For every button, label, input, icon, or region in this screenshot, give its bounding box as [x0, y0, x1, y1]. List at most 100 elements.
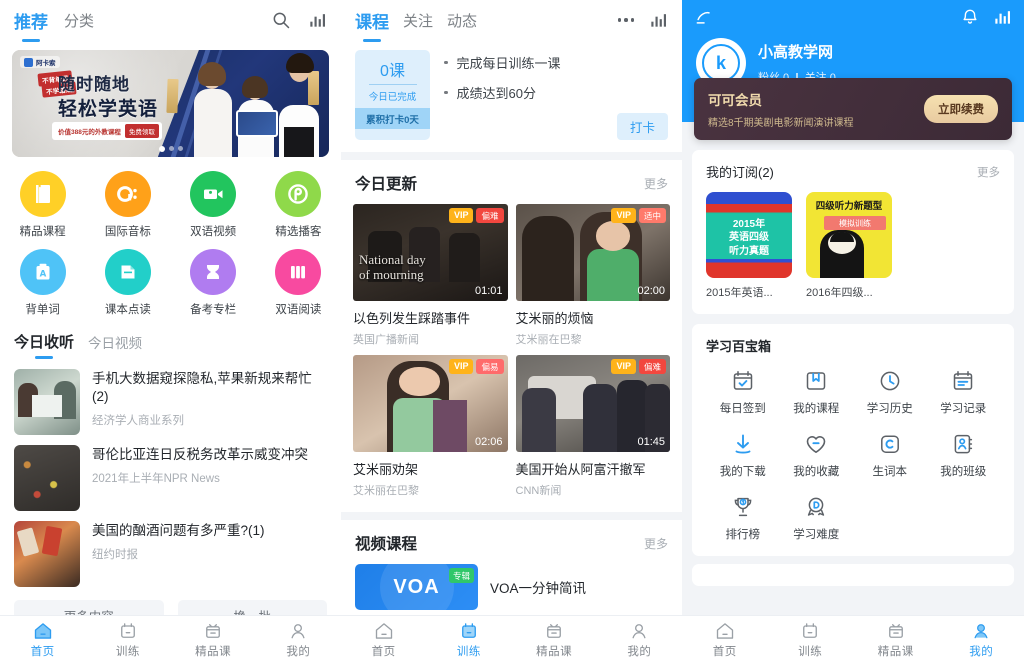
tool-study-history[interactable]: 学习历史 [853, 369, 927, 416]
video-source: 英国广播新闻 [353, 334, 419, 346]
list-item-title: 美国的酗酒问题有多严重?(1) [92, 523, 265, 538]
list-item[interactable]: 手机大数据窥探隐私,苹果新规来帮忙(2) 经济学人商业系列 [0, 364, 341, 440]
quick-entry-bilingual-video[interactable]: 双语视频 [171, 171, 256, 239]
banner-claim-button[interactable]: 免费领取 [124, 124, 159, 138]
quick-entry-label: 精品课程 [19, 226, 66, 238]
banner-price-text: 价值388元的外教课程 [58, 129, 121, 136]
tool-study-record[interactable]: 学习记录 [927, 369, 1001, 416]
video-duration: 01:45 [637, 436, 665, 448]
nav-home[interactable]: 首页 [682, 621, 768, 659]
tab-follow[interactable]: 关注 [403, 10, 433, 31]
quick-entry-exam[interactable]: 备考专栏 [171, 249, 256, 317]
more-link[interactable]: 更多 [644, 535, 668, 552]
banner-logo: 阿卡索 [20, 56, 60, 68]
promo-banner[interactable]: 阿卡索 不背单词 不学语法 随时随地 轻松学英语 价值388元的外教课程 免费领… [12, 50, 329, 157]
tab-recommend[interactable]: 推荐 [14, 8, 48, 33]
profile-name: 小高教学网 [758, 44, 834, 61]
quick-entry-jingpin[interactable]: 精品课程 [0, 171, 85, 239]
renew-button[interactable]: 立即续费 [924, 95, 998, 123]
video-card[interactable]: VIP 偏难 01:45 美国开始从阿富汗撤军 CNN新闻 [515, 355, 670, 498]
bookmark-box-icon [807, 372, 826, 390]
quick-entry-phonetic[interactable]: 国际音标 [85, 171, 170, 239]
subscription-item[interactable]: 四级听力新题型 模拟训练 2016年四级... [806, 192, 892, 300]
nav-home[interactable]: 首页 [0, 621, 85, 659]
video-card[interactable]: VIP 偏易 02:06 艾米丽劝架 艾米丽在巴黎 [353, 355, 508, 498]
goal-text: 完成每日训练一课 [456, 56, 561, 71]
tool-difficulty[interactable]: 学习难度 [780, 495, 854, 542]
tab-category[interactable]: 分类 [64, 10, 94, 31]
listen-section-tabs: 今日收听 今日视频 [0, 317, 341, 352]
goal-item: 成绩达到60分 [444, 83, 668, 102]
nav-home[interactable]: 首页 [341, 621, 426, 659]
bar-chart-icon[interactable] [307, 10, 327, 30]
vip-badge: VIP [611, 208, 636, 223]
list-item[interactable]: 美国的酗酒问题有多严重?(1) 纽约时报 [0, 516, 341, 592]
nav-mine[interactable]: 我的 [939, 621, 1024, 659]
nav-training[interactable]: 训练 [768, 621, 854, 659]
goal-text: 成绩达到60分 [456, 86, 536, 101]
tool-my-course[interactable]: 我的课程 [780, 369, 854, 416]
search-icon[interactable] [271, 10, 291, 30]
tool-daily-checkin[interactable]: 每日签到 [706, 369, 780, 416]
bar-chart-icon[interactable] [648, 10, 668, 30]
panel-profile: k ♛ VIP 小高教学网 粉丝 0 关注 0 [682, 0, 1024, 663]
nav-course[interactable]: 精品课 [512, 621, 597, 659]
nav-mine[interactable]: 我的 [597, 621, 682, 659]
divider [368, 84, 417, 85]
bell-icon[interactable] [960, 7, 980, 27]
tab-today-video[interactable]: 今日视频 [88, 332, 142, 352]
quick-entry-label: 课本点读 [104, 304, 151, 316]
tool-label: 排行榜 [725, 529, 761, 541]
tab-course[interactable]: 课程 [355, 8, 389, 33]
quick-entry-word[interactable]: A 背单词 [0, 249, 85, 317]
bar-chart-icon[interactable] [992, 7, 1012, 27]
tool-ranking[interactable]: 排行榜 [706, 495, 780, 542]
tool-vocabulary[interactable]: 生词本 [853, 432, 927, 479]
list-item[interactable]: 哥伦比亚连日反税务改革示威变冲突 2021年上半年NPR News [0, 440, 341, 516]
tab-feed[interactable]: 动态 [447, 10, 477, 31]
subscription-item[interactable]: 2015年 英语四级 听力真题 2015年英语... [706, 192, 792, 300]
quick-entry-textbook[interactable]: 课本点读 [85, 249, 170, 317]
list-item-title: 哥伦比亚连日反税务改革示威变冲突 [92, 447, 308, 462]
nav-label: 首页 [371, 645, 396, 658]
moon-setting-icon[interactable] [694, 7, 714, 27]
subscription-card: 我的订阅(2) 更多 2015年 英语四级 听力真题 2015年英语... 四级… [692, 150, 1014, 314]
cover-line-3: 听力真题 [729, 245, 769, 257]
video-card[interactable]: VIP 适中 02:00 艾米丽的烦恼 艾米丽在巴黎 [515, 204, 670, 347]
quick-entry-bilingual-read[interactable]: 双语阅读 [256, 249, 341, 317]
tab-today-listen[interactable]: 今日收听 [14, 331, 74, 352]
list-item-text: 哥伦比亚连日反税务改革示威变冲突 2021年上半年NPR News [92, 445, 327, 486]
banner-dot[interactable] [168, 146, 174, 151]
banner-dot[interactable] [158, 146, 165, 152]
checkin-button[interactable]: 打卡 [616, 113, 668, 140]
nav-training[interactable]: 训练 [426, 621, 511, 659]
nav-training[interactable]: 训练 [85, 621, 170, 659]
banner-dot[interactable] [177, 146, 183, 151]
nav-course[interactable]: 精品课 [171, 621, 256, 659]
more-dots-icon[interactable] [617, 18, 634, 22]
checkin-card: 0课 今日已完成 累积打卡0天 [355, 50, 430, 140]
list-item-source: 纽约时报 [92, 549, 138, 562]
nav-course[interactable]: 精品课 [853, 621, 939, 659]
more-link[interactable]: 更多 [977, 164, 1000, 180]
video-duration: 01:01 [474, 285, 503, 297]
tool-my-class[interactable]: 我的班级 [927, 432, 1001, 479]
video-card[interactable]: National day of mourning VIP 偏难 01:01 以色列… [353, 204, 508, 347]
list-item-title: 手机大数据窥探隐私,苹果新规来帮忙(2) [92, 371, 312, 405]
vip-promo-card[interactable]: 可可会员 精选8千期美剧电影新闻演讲课程 立即续费 [694, 78, 1012, 140]
nav-mine[interactable]: 我的 [256, 621, 341, 659]
subscription-caption: 2015年英语... [706, 287, 773, 299]
course-row[interactable]: VOA 专辑 VOA一分钟简讯 [341, 554, 682, 610]
nav-label: 我的 [969, 645, 994, 658]
home-icon [34, 622, 51, 639]
more-link[interactable]: 更多 [644, 175, 668, 192]
video-thumbnail: VIP 适中 02:00 [515, 204, 670, 301]
tool-my-favorite[interactable]: 我的收藏 [780, 432, 854, 479]
tool-label: 我的收藏 [793, 466, 840, 478]
nav-label: 首页 [30, 645, 55, 658]
quick-entry-podcast[interactable]: 精选播客 [256, 171, 341, 239]
tool-my-download[interactable]: 我的下载 [706, 432, 780, 479]
banner-dots[interactable] [158, 146, 183, 152]
course-title: VOA一分钟简讯 [490, 581, 587, 596]
video-title: 以色列发生踩踏事件 [353, 311, 471, 326]
